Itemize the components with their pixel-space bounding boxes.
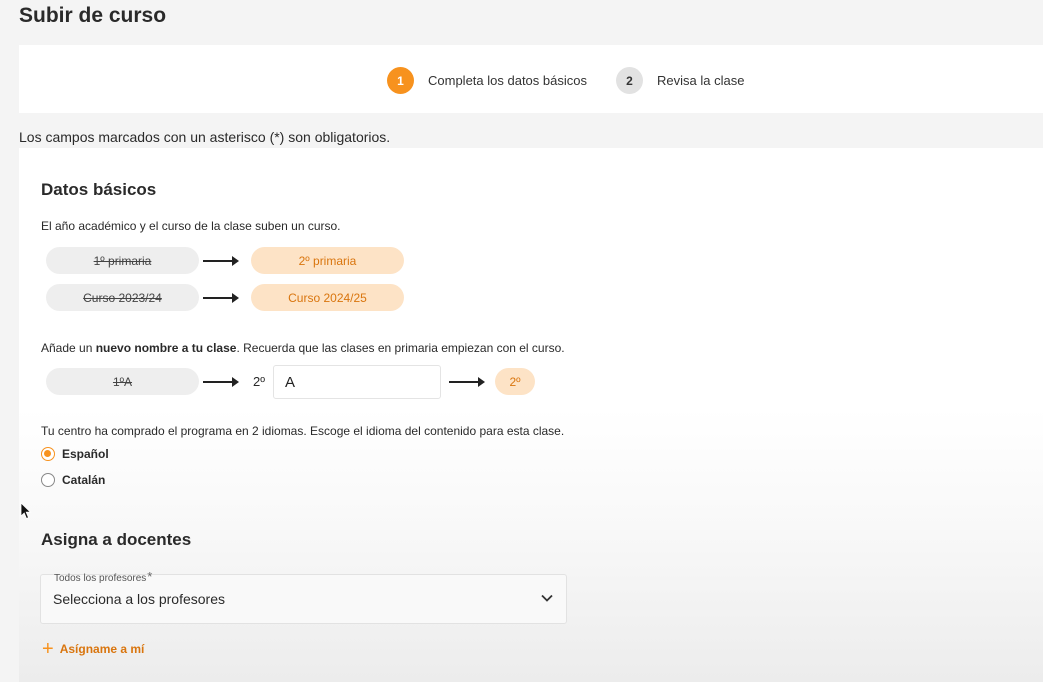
form-card: Datos básicos El año académico y el curs… (19, 148, 1043, 682)
radio-unchecked-icon[interactable] (41, 473, 55, 487)
step-1[interactable]: 1 Completa los datos básicos (387, 67, 587, 94)
basic-data-description: El año académico y el curso de la clase … (41, 219, 341, 233)
language-option-catalan[interactable]: Catalán (41, 473, 105, 487)
new-year-pill: Curso 2024/25 (251, 284, 404, 311)
stepper: 1 Completa los datos básicos 2 Revisa la… (19, 45, 1043, 113)
class-name-hint-bold: nuevo nombre a tu clase (95, 341, 237, 355)
class-name-hint-pre: Añade un (41, 341, 96, 355)
arrow-right-icon (203, 292, 239, 304)
arrow-right-icon (449, 376, 485, 388)
step-2-label: Revisa la clase (657, 73, 745, 88)
new-grade-pill: 2º primaria (251, 247, 404, 274)
assign-me-button[interactable]: + Asígname a mí (42, 639, 144, 659)
mouse-cursor-icon (20, 502, 32, 520)
language-hint: Tu centro ha comprado el programa en 2 i… (41, 424, 565, 438)
old-grade-pill: 1º primaria (46, 247, 199, 274)
language-option-label: Español (62, 447, 109, 461)
required-fields-note: Los campos marcados con un asterisco (*)… (19, 129, 391, 145)
step-2[interactable]: 2 Revisa la clase (616, 67, 744, 94)
class-name-hint-post: . Recuerda que las clases en primaria em… (236, 341, 565, 355)
chevron-down-icon[interactable] (540, 591, 554, 605)
class-name-hint: Añade un nuevo nombre a tu clase. Recuer… (41, 341, 565, 355)
teachers-select-label: Todos los profesores* (54, 569, 152, 584)
arrow-right-icon (203, 255, 239, 267)
language-option-label: Catalán (62, 473, 106, 487)
page: Subir de curso 1 Completa los datos bási… (0, 0, 1043, 682)
step-1-number: 1 (387, 67, 414, 94)
language-option-spanish[interactable]: Español (41, 447, 109, 461)
step-2-number: 2 (616, 67, 643, 94)
class-name-input[interactable] (273, 365, 441, 399)
teachers-select[interactable]: Todos los profesores* Selecciona a los p… (40, 569, 567, 624)
required-asterisk: * (147, 569, 153, 584)
arrow-right-icon (203, 376, 239, 388)
basic-data-title: Datos básicos (41, 180, 157, 199)
teachers-select-value: Selecciona a los profesores (53, 591, 225, 607)
radio-checked-icon[interactable] (41, 447, 55, 461)
page-title: Subir de curso (19, 4, 167, 27)
old-class-name-pill: 1ºA (46, 368, 199, 395)
old-year-pill: Curso 2023/24 (46, 284, 199, 311)
teachers-title: Asigna a docentes (41, 530, 192, 549)
plus-icon: + (42, 638, 54, 660)
step-1-label: Completa los datos básicos (428, 73, 587, 88)
class-name-prefix: 2º (253, 374, 265, 389)
new-class-name-pill: 2º (495, 368, 535, 395)
teachers-select-label-text: Todos los profesores (54, 573, 147, 584)
assign-me-label: Asígname a mí (59, 642, 145, 656)
